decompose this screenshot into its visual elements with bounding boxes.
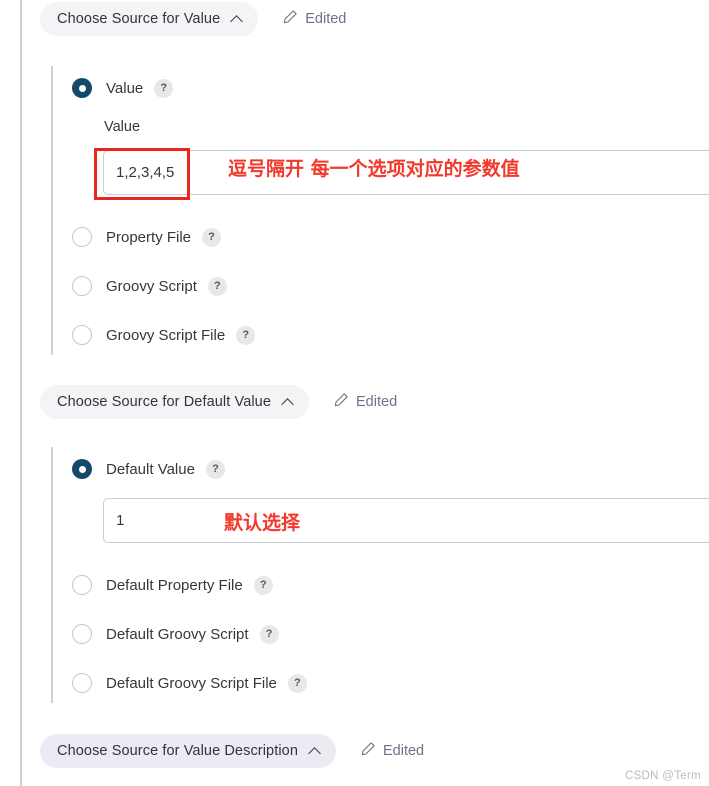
help-icon-groovy-script[interactable]: ? — [207, 276, 227, 296]
section-header-choose-source-for-value: Choose Source for Value Edited — [40, 2, 346, 36]
section-title: Choose Source for Default Value — [57, 394, 272, 410]
value-input[interactable] — [103, 150, 709, 195]
chevron-up-icon[interactable] — [309, 746, 320, 757]
edited-label: Edited — [305, 11, 347, 27]
radio-row-groovy-script-file[interactable]: Groovy Script File ? — [72, 322, 256, 348]
edited-label: Edited — [383, 743, 425, 759]
settings-panel: Choose Source for Value Edited Value ? V… — [0, 0, 709, 786]
edited-badge-default-value[interactable]: Edited — [333, 392, 397, 413]
section-header-choose-source-for-value-description: Choose Source for Value Description Edit… — [40, 734, 424, 768]
radio-label-default-property-file: Default Property File — [106, 576, 243, 594]
help-icon-value[interactable]: ? — [154, 78, 174, 98]
section-header-choose-source-for-default-value: Choose Source for Default Value Edited — [40, 385, 397, 419]
section-toggle-choose-source-for-value[interactable]: Choose Source for Value — [40, 2, 259, 36]
pencil-icon — [333, 392, 349, 413]
section-title: Choose Source for Value — [57, 11, 221, 27]
radio-groovy-script-file[interactable] — [72, 325, 92, 345]
radio-row-value[interactable]: Value ? — [72, 75, 174, 101]
radio-default-value[interactable] — [72, 459, 92, 479]
help-icon-default-groovy-script[interactable]: ? — [259, 624, 279, 644]
pencil-icon — [282, 9, 298, 30]
radio-row-default-groovy-script-file[interactable]: Default Groovy Script File ? — [72, 670, 307, 696]
radio-label-value: Value — [106, 79, 144, 97]
radio-label-default-value: Default Value — [106, 460, 195, 478]
radio-row-default-groovy-script[interactable]: Default Groovy Script ? — [72, 621, 279, 647]
help-icon-default-value[interactable]: ? — [205, 459, 225, 479]
edited-badge-value-description[interactable]: Edited — [360, 741, 424, 762]
help-icon-default-groovy-script-file[interactable]: ? — [287, 673, 307, 693]
help-icon-property-file[interactable]: ? — [202, 227, 222, 247]
field-label-value: Value — [104, 119, 141, 135]
section-title: Choose Source for Value Description — [57, 743, 298, 759]
pencil-icon — [360, 741, 376, 762]
radio-label-property-file: Property File — [106, 228, 192, 246]
radio-default-groovy-script-file[interactable] — [72, 673, 92, 693]
chevron-up-icon[interactable] — [282, 397, 293, 408]
radio-row-default-value[interactable]: Default Value ? — [72, 456, 225, 482]
section-toggle-choose-source-for-value-description[interactable]: Choose Source for Value Description — [40, 734, 336, 768]
edited-badge-value[interactable]: Edited — [282, 9, 346, 30]
indent-guide-section-1 — [51, 66, 53, 355]
default-value-input[interactable] — [103, 498, 709, 543]
radio-default-groovy-script[interactable] — [72, 624, 92, 644]
radio-property-file[interactable] — [72, 227, 92, 247]
radio-row-groovy-script[interactable]: Groovy Script ? — [72, 273, 227, 299]
edited-label: Edited — [356, 394, 398, 410]
radio-label-default-groovy-script: Default Groovy Script — [106, 625, 249, 643]
radio-row-default-property-file[interactable]: Default Property File ? — [72, 572, 273, 598]
panel-left-rule — [20, 0, 22, 786]
indent-guide-section-2 — [51, 447, 53, 703]
radio-value[interactable] — [72, 78, 92, 98]
radio-label-groovy-script-file: Groovy Script File — [106, 326, 226, 344]
help-icon-groovy-script-file[interactable]: ? — [236, 325, 256, 345]
radio-default-property-file[interactable] — [72, 575, 92, 595]
radio-label-groovy-script: Groovy Script — [106, 277, 197, 295]
radio-row-property-file[interactable]: Property File ? — [72, 224, 222, 250]
help-icon-default-property-file[interactable]: ? — [253, 575, 273, 595]
radio-groovy-script[interactable] — [72, 276, 92, 296]
section-toggle-choose-source-for-default-value[interactable]: Choose Source for Default Value — [40, 385, 310, 419]
chevron-up-icon[interactable] — [231, 14, 242, 25]
watermark: CSDN @Term — [624, 770, 701, 782]
radio-label-default-groovy-script-file: Default Groovy Script File — [106, 674, 277, 692]
